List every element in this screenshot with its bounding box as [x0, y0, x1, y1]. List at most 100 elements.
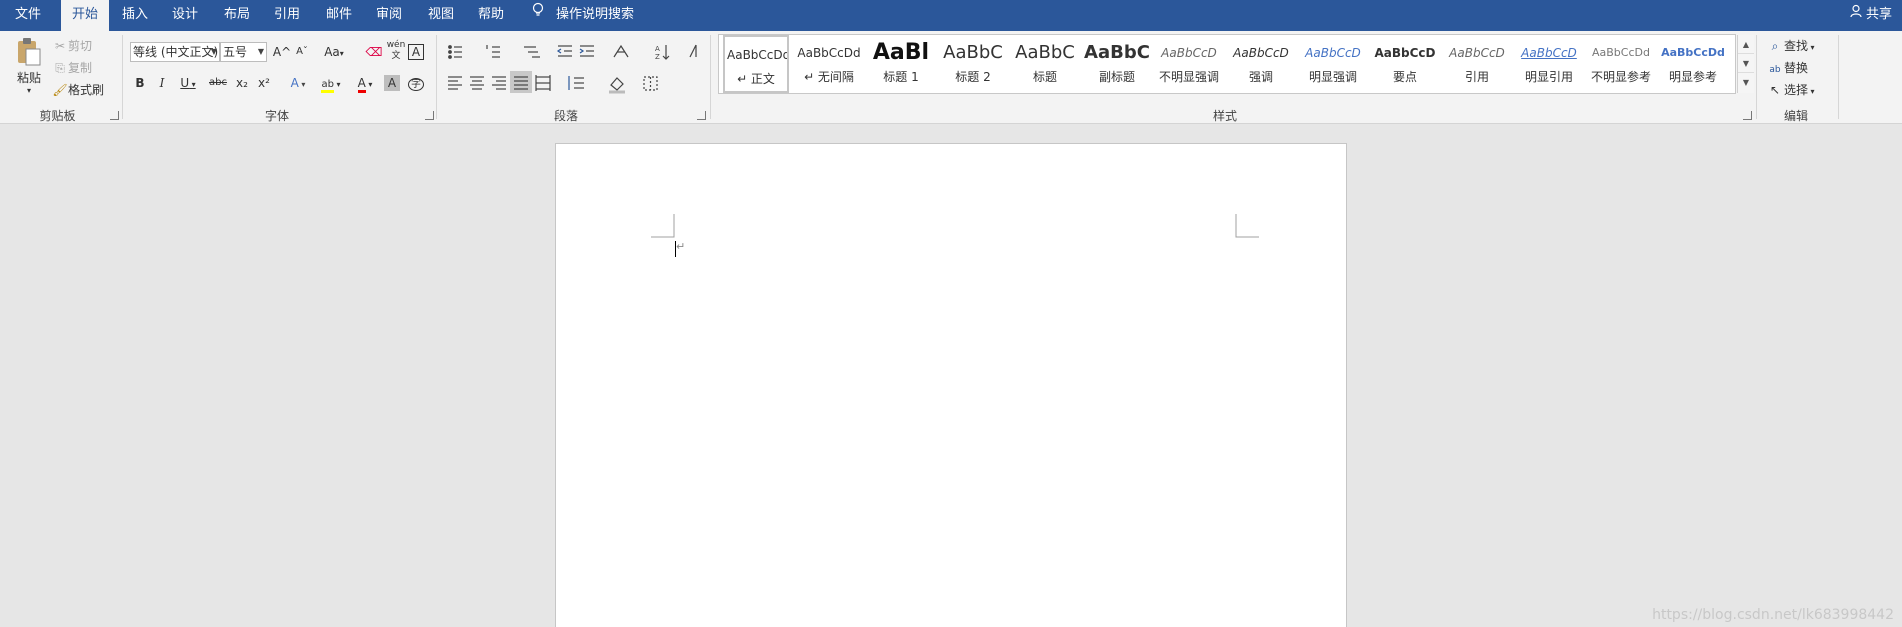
italic-button[interactable]: I [152, 73, 172, 93]
shading-icon [609, 77, 625, 94]
tell-me-label: 操作说明搜索 [556, 7, 635, 22]
margin-corner-top-right [1235, 214, 1259, 238]
tab-design[interactable]: 设计 [162, 0, 208, 31]
tab-home[interactable]: 开始 [61, 0, 109, 31]
style-title[interactable]: AaBbC 标题 [1009, 35, 1081, 93]
chinese-layout-icon [613, 44, 629, 58]
paste-button[interactable]: 粘贴 ▾ [14, 37, 44, 103]
style-preview: AaBbCcD [1161, 46, 1217, 60]
font-launcher-icon[interactable] [425, 111, 434, 120]
tab-insert[interactable]: 插入 [112, 0, 158, 31]
superscript-icon: x² [258, 76, 270, 90]
tab-file[interactable]: 文件 [0, 0, 56, 31]
style-intense-reference[interactable]: AaBbCcDd 明显参考 [1657, 35, 1729, 93]
paragraph-launcher-icon[interactable] [697, 111, 706, 120]
tab-mailings[interactable]: 邮件 [316, 0, 362, 31]
chevron-down-icon: ▾ [298, 80, 306, 89]
character-shading-icon: A [387, 76, 397, 90]
find-button[interactable]: ⌕ 查找 ▾ [1766, 37, 1815, 54]
superscript-button[interactable]: x² [254, 73, 274, 93]
chevron-down-icon[interactable]: ▼ [1738, 54, 1754, 73]
cut-button[interactable]: ✂ 剪切 [52, 37, 92, 54]
character-border-button[interactable]: A [408, 44, 424, 60]
more-styles-icon[interactable]: ▼ [1738, 73, 1754, 92]
replace-button[interactable]: ab 替换 [1766, 59, 1808, 76]
underline-button[interactable]: U ▾ [174, 73, 202, 93]
font-name-select[interactable]: 等线 (中文正文) ▼ [130, 42, 220, 62]
style-preview: AaBbC [1015, 42, 1075, 63]
highlight-button[interactable]: ab ▾ [316, 73, 346, 93]
watermark: https://blog.csdn.net/lk683998442 [1652, 607, 1894, 623]
change-case-button[interactable]: Aa▾ [320, 42, 348, 62]
style-intense-quote[interactable]: AaBbCcD 明显引用 [1513, 35, 1585, 93]
tab-help[interactable]: 帮助 [468, 0, 514, 31]
strikethrough-button[interactable]: abc [206, 73, 230, 93]
style-name: 明显引用 [1524, 70, 1573, 84]
increase-indent-icon [579, 45, 594, 57]
copy-label: 复制 [68, 61, 93, 75]
tab-review[interactable]: 审阅 [366, 0, 412, 31]
style-name: 标题 [1032, 70, 1057, 84]
font-size-value: 五号 [223, 45, 248, 59]
clear-formatting-button[interactable]: ⌫ [364, 42, 384, 62]
shrink-font-icon: Aˇ [296, 46, 308, 57]
style-emphasis[interactable]: AaBbCcD 强调 [1225, 35, 1297, 93]
chevron-down-icon: ▾ [365, 80, 373, 89]
tab-references[interactable]: 引用 [264, 0, 310, 31]
copy-button[interactable]: ⎘ 复制 [52, 59, 92, 76]
clipboard-launcher-icon[interactable] [110, 111, 119, 120]
text-effects-button[interactable]: A ▾ [284, 73, 312, 93]
style-name: 引用 [1464, 70, 1489, 84]
phonetic-guide-icon: wén 文 [386, 40, 406, 61]
align-center-icon [470, 76, 484, 90]
show-marks-icon [689, 44, 697, 58]
decrease-indent-icon [556, 45, 572, 57]
styles-gallery: AaBbCcDd ↵ 正文 AaBbCcDd ↵ 无间隔 AaBl 标题 1 A… [718, 34, 1754, 94]
styles-launcher-icon[interactable] [1743, 111, 1752, 120]
phonetic-guide-button[interactable]: wén 文 [386, 40, 406, 61]
editing-group-label: 编辑 [1783, 109, 1808, 123]
format-painter-button[interactable]: 🖌格式刷 [52, 81, 104, 98]
document-page[interactable]: ↵ [555, 143, 1347, 627]
style-intense-emphasis[interactable]: AaBbCcD 明显强调 [1297, 35, 1369, 93]
character-border-icon: A [411, 45, 421, 59]
character-shading-button[interactable]: A [384, 75, 400, 91]
italic-icon: I [159, 76, 165, 90]
scissors-icon: ✂ [54, 39, 66, 53]
style-heading-2[interactable]: AaBbC 标题 2 [937, 35, 1009, 93]
style-quote[interactable]: AaBbCcD 引用 [1441, 35, 1513, 93]
select-button[interactable]: ↖ 选择 ▾ [1766, 81, 1815, 98]
style-subtitle[interactable]: AaBbC 副标题 [1081, 35, 1153, 93]
tab-view[interactable]: 视图 [418, 0, 464, 31]
font-size-select[interactable]: 五号 ▼ [220, 42, 267, 62]
share-button[interactable]: 共享 [1850, 0, 1892, 31]
style-strong[interactable]: AaBbCcD 要点 [1369, 35, 1441, 93]
font-group-label: 字体 [264, 109, 289, 123]
replace-label: 替换 [1784, 61, 1809, 75]
tell-me-search[interactable]: 操作说明搜索 [532, 0, 634, 31]
bold-button[interactable]: B [130, 73, 150, 93]
style-preview: AaBbCcDd [727, 48, 787, 62]
font-color-button[interactable]: A ▾ [350, 73, 380, 93]
style-preview: AaBbCcD [1374, 46, 1436, 60]
text-effects-icon: A [290, 76, 299, 90]
shrink-font-button[interactable]: Aˇ [292, 42, 312, 62]
style-subtle-reference[interactable]: AaBbCcDd 不明显参考 [1585, 35, 1657, 93]
style-no-spacing[interactable]: AaBbCcDd ↵ 无间隔 [793, 35, 865, 93]
tab-layout[interactable]: 布局 [214, 0, 260, 31]
style-name: ↵ 正文 [737, 72, 775, 86]
font-name-value: 等线 (中文正文) [133, 45, 219, 59]
style-preview: AaBbCcD [1305, 46, 1361, 60]
style-normal[interactable]: AaBbCcDd ↵ 正文 [723, 35, 789, 93]
subscript-button[interactable]: x₂ [232, 73, 252, 93]
align-right-icon [492, 76, 506, 90]
cursor-icon: ↖ [1769, 83, 1781, 97]
clipboard-group-label: 剪贴板 [39, 109, 76, 123]
style-name: 强调 [1248, 70, 1273, 84]
style-subtle-emphasis[interactable]: AaBbCcD 不明显强调 [1153, 35, 1225, 93]
chevron-up-icon[interactable]: ▲ [1738, 35, 1754, 54]
subscript-icon: x₂ [236, 76, 248, 90]
style-heading-1[interactable]: AaBl 标题 1 [865, 35, 937, 93]
grow-font-button[interactable]: A^ [272, 42, 292, 62]
enclose-characters-button[interactable]: 字 [406, 73, 426, 93]
